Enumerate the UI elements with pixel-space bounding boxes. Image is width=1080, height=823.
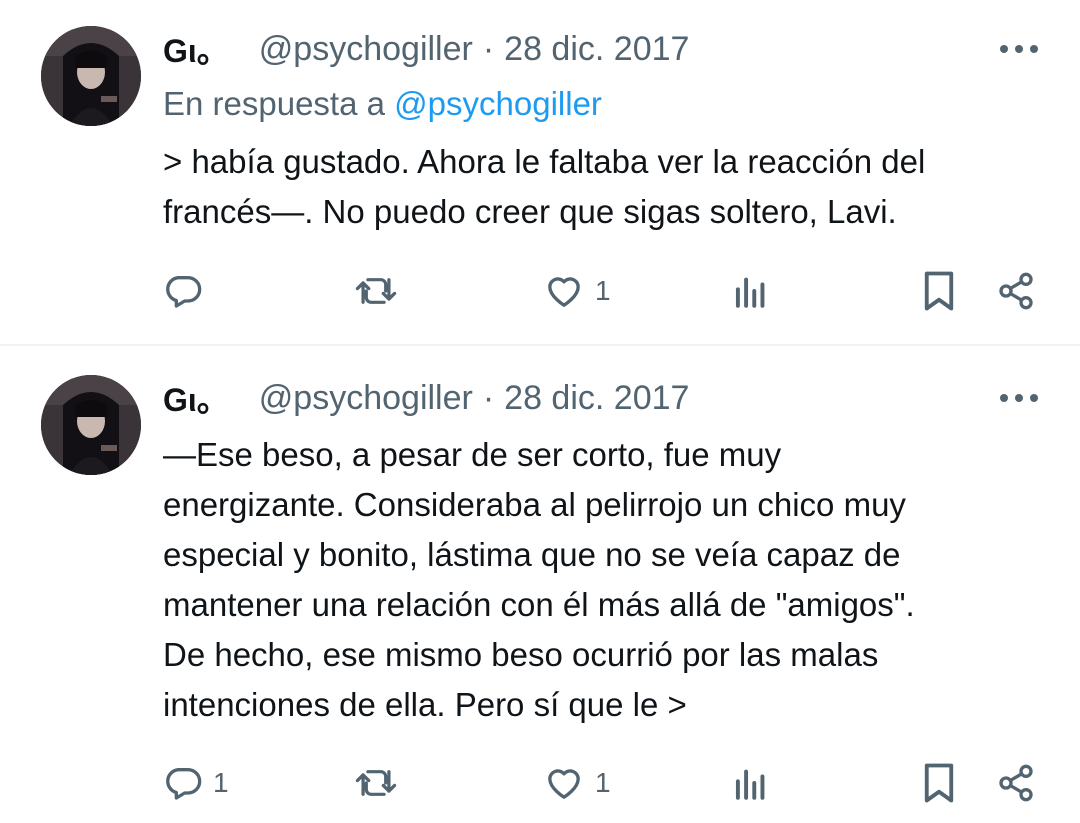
reply-context: En respuesta a @psychogiller (163, 85, 602, 123)
reply-button[interactable] (163, 266, 213, 316)
bookmark-button[interactable] (921, 758, 957, 808)
tweet-date[interactable]: 28 dic. 2017 (504, 379, 689, 418)
views-button[interactable] (733, 758, 769, 808)
display-name[interactable]: Gι。 (163, 26, 229, 72)
more-icon[interactable] (1000, 39, 1038, 59)
tweet-text-line: De hecho, ese mismo beso ocurrió por las… (163, 636, 879, 673)
more-icon[interactable] (1000, 388, 1038, 408)
avatar[interactable] (41, 375, 141, 475)
bookmark-button[interactable] (921, 266, 957, 316)
action-bar: 1 (0, 266, 1080, 316)
like-icon (543, 271, 585, 311)
user-handle[interactable]: @psychogiller (259, 30, 473, 69)
avatar[interactable] (41, 26, 141, 126)
tweet[interactable]: Gι。 @psychogiller · 28 dic. 2017 En resp… (0, 0, 1080, 345)
display-name[interactable]: Gι。 (163, 375, 229, 421)
retweet-icon (355, 763, 397, 803)
reply-icon (163, 763, 203, 803)
reply-button[interactable]: 1 (163, 758, 229, 808)
tweet-text-line: energizante. Consideraba al pelirrojo un… (163, 486, 906, 523)
tweet-header: Gι。 @psychogiller · 28 dic. 2017 (163, 376, 689, 420)
separator-dot: · (482, 378, 495, 417)
tweet-text: > había gustado. Ahora le faltaba ver la… (163, 137, 1043, 237)
retweet-icon (355, 271, 397, 311)
separator-dot: · (482, 29, 495, 68)
views-icon (733, 763, 769, 803)
like-button[interactable]: 1 (543, 266, 611, 316)
bookmark-icon (921, 270, 957, 312)
tweet[interactable]: Gι。 @psychogiller · 28 dic. 2017 —Ese be… (0, 346, 1080, 823)
tweet-text-line: intenciones de ella. Pero sí que le > (163, 686, 687, 723)
share-icon (996, 763, 1036, 803)
tweet-text-line: especial y bonito, lástima que no se veí… (163, 536, 901, 573)
tweet-text-line: francés—. No puedo creer que sigas solte… (163, 193, 897, 230)
share-button[interactable] (996, 758, 1036, 808)
user-handle[interactable]: @psychogiller (259, 379, 473, 418)
tweet-text-line: —Ese beso, a pesar de ser corto, fue muy (163, 436, 782, 473)
bookmark-icon (921, 762, 957, 804)
tweet-text: —Ese beso, a pesar de ser corto, fue muy… (163, 430, 1043, 730)
like-count: 1 (595, 275, 611, 306)
like-button[interactable]: 1 (543, 758, 611, 808)
tweet-date[interactable]: 28 dic. 2017 (504, 30, 689, 69)
tweet-text-line: > había gustado. Ahora le faltaba ver la… (163, 143, 926, 180)
like-count: 1 (595, 767, 611, 798)
views-icon (733, 271, 769, 311)
tweet-header: Gι。 @psychogiller · 28 dic. 2017 (163, 27, 689, 71)
views-button[interactable] (733, 266, 769, 316)
share-button[interactable] (996, 266, 1036, 316)
retweet-button[interactable] (355, 758, 407, 808)
tweet-text-line: mantener una relación con él más allá de… (163, 586, 915, 623)
share-icon (996, 271, 1036, 311)
reply-mention-link[interactable]: @psychogiller (394, 85, 602, 122)
reply-prefix: En respuesta a (163, 85, 385, 122)
action-bar: 1 1 (0, 758, 1080, 808)
retweet-button[interactable] (355, 266, 407, 316)
like-icon (543, 763, 585, 803)
reply-count: 1 (213, 767, 229, 798)
reply-icon (163, 271, 203, 311)
